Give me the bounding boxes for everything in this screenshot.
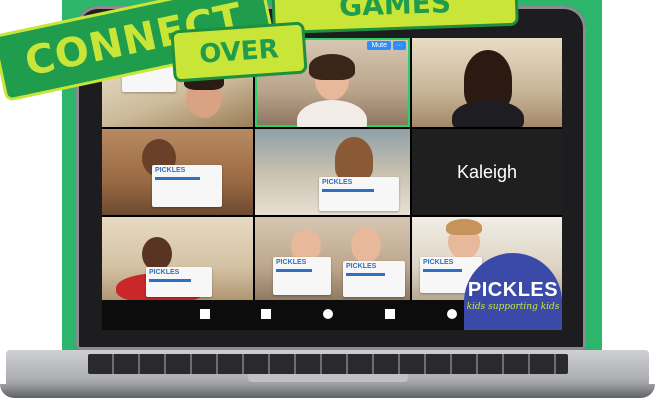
video-tile-participant-3 [412,38,562,127]
participant-name: Kaleigh [456,161,518,182]
participants-icon[interactable] [261,309,271,319]
pickles-sign: PICKLES [343,261,405,297]
sign-stripe [423,269,463,272]
participant-body [297,100,367,127]
laptop-front-edge [0,384,655,398]
pickles-sign: PICKLES [152,165,222,207]
pickles-sign: PICKLES [146,267,212,297]
speaker-controls: Mute ··· [367,41,406,50]
logo-wordmark: PICKLES [467,279,559,301]
logo-tagline: kids supporting kids [466,302,560,312]
video-tile-child-4: PICKLES [102,129,253,215]
sign-text: PICKLES [322,179,353,186]
mute-button[interactable]: Mute [367,41,391,50]
sign-text: PICKLES [423,259,454,266]
participant-hair [309,54,355,80]
laptop-keyboard [88,354,568,374]
sign-text: PICKLES [155,167,186,174]
pickles-sign: PICKLES [319,177,399,211]
sign-text: PICKLES [276,259,307,266]
more-options-icon[interactable]: ··· [393,41,406,50]
sign-text: PICKLES [149,269,180,276]
reactions-icon[interactable] [447,309,457,319]
participant-hair [335,137,373,181]
sign-stripe [155,177,200,180]
sign-stripe [149,279,191,282]
sign-stripe [276,269,313,272]
stop-video-icon[interactable] [200,309,210,319]
pickles-sign: PICKLES [273,257,331,295]
video-tile-child-5: PICKLES [255,129,410,215]
participant-hair [446,219,482,235]
sign-stripe [322,189,374,192]
participant-body [452,100,524,127]
sign-text: PICKLES [346,263,377,270]
share-screen-icon[interactable] [385,309,395,319]
participant-face [351,227,381,263]
video-tile-name-only: Kaleigh [412,129,562,215]
sign-stripe [346,273,386,276]
banner-over: OVER [170,21,308,83]
video-tile-child-7: PICKLES [102,217,253,300]
video-tile-children-8: PICKLES PICKLES [255,217,410,300]
laptop-trackpad-notch [248,374,408,382]
record-icon[interactable] [323,309,333,319]
participant-face [142,237,172,271]
